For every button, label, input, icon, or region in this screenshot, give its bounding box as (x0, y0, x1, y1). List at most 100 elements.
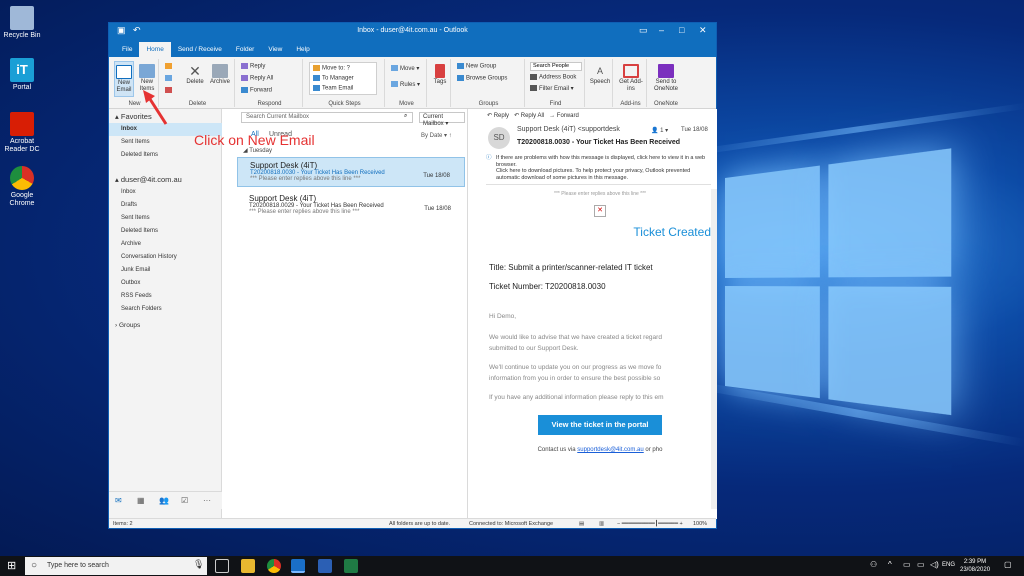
ribbon-group-move: Move ▾ Rules ▾ Move (387, 59, 427, 107)
folder-deleted[interactable]: Deleted Items (109, 225, 222, 238)
address-book-button[interactable]: Address Book (530, 74, 576, 81)
forward-button[interactable]: Forward (241, 87, 272, 94)
chrome-taskbar-icon[interactable] (267, 559, 281, 573)
network-icon[interactable]: ▭ (917, 560, 925, 569)
qs-label: To Manager (322, 75, 354, 82)
new-email-button[interactable]: New Email (114, 61, 134, 97)
move-button[interactable]: Move ▾ (391, 65, 419, 72)
reply-all-button[interactable]: Reply All (241, 75, 273, 82)
speech-icon: A (596, 66, 603, 76)
account-header[interactable]: ▴ duser@4it.com.au (115, 175, 182, 184)
file-explorer-icon[interactable] (241, 559, 255, 573)
search-input[interactable]: Search Current Mailbox (241, 112, 413, 123)
menu-file[interactable]: File (115, 46, 139, 57)
reply-button[interactable]: Reply (241, 63, 265, 70)
folder-outbox[interactable]: Outbox (109, 277, 222, 290)
folder-sent[interactable]: Sent Items (109, 212, 222, 225)
minimize-icon[interactable]: – (659, 25, 664, 35)
annotation-text: Click on New Email (194, 132, 315, 148)
send-onenote-button[interactable]: Send to OneNote (651, 61, 681, 93)
ribbon-display-icon[interactable]: ▭ (639, 25, 648, 36)
ribbon-group-groups: New Group Browse Groups Groups (453, 59, 525, 107)
folder-junk[interactable]: Junk Email (109, 264, 222, 277)
reading-reply-button[interactable]: ↶ Reply (487, 113, 509, 119)
list-item[interactable]: Support Desk (4iT) T20200818.0030 - Your… (237, 157, 465, 187)
reply-all-icon (241, 75, 248, 81)
qs-team-email[interactable]: Team Email (313, 85, 353, 92)
get-addins-button[interactable]: Get Add-ins (617, 61, 645, 93)
reading-scrollbar[interactable] (711, 189, 717, 509)
display-tray-icon[interactable]: ▭ (903, 560, 911, 569)
desktop-icon-acrobat[interactable]: Acrobat Reader DC (2, 112, 42, 154)
taskbar-search[interactable]: ○ Type here to search (25, 557, 207, 575)
browse-groups-button[interactable]: Browse Groups (457, 75, 507, 82)
fav-folder-deleted[interactable]: Deleted Items (109, 149, 222, 162)
start-icon[interactable]: ⊞ (7, 559, 16, 572)
folder-rss[interactable]: RSS Feeds (109, 290, 222, 303)
microphone-icon[interactable]: 🎙 (193, 559, 204, 570)
qs-to-manager[interactable]: To Manager (313, 75, 354, 82)
calendar-icon[interactable]: ▦ (137, 496, 145, 505)
menu-view[interactable]: View (261, 46, 289, 57)
volume-icon[interactable]: ◁) (930, 560, 939, 569)
desktop-icon-portal[interactable]: iT Portal (2, 58, 42, 92)
groups-header[interactable]: › Groups (115, 322, 140, 329)
tray-chevron-icon[interactable]: ^ (888, 560, 892, 569)
desktop-icon-chrome[interactable]: Google Chrome (2, 166, 42, 208)
word-taskbar-icon[interactable] (318, 559, 332, 573)
portal-icon: iT (10, 58, 34, 82)
tasks-icon[interactable]: ☑ (181, 496, 188, 505)
people-icon[interactable]: 👥 (159, 496, 169, 505)
reading-forward-button[interactable]: → Forward (549, 113, 579, 119)
menu-home[interactable]: Home (139, 42, 171, 57)
excel-taskbar-icon[interactable] (344, 559, 358, 573)
menu-folder[interactable]: Folder (229, 46, 261, 57)
normal-view-icon[interactable]: ▤ (579, 521, 584, 527)
menu-help[interactable]: Help (289, 46, 316, 57)
sort-dropdown[interactable]: By Date ▾ ↑ (421, 132, 452, 139)
info-bar[interactable]: ⓘ If there are problems with how this me… (486, 155, 711, 185)
search-scope-dropdown[interactable]: Current Mailbox ▾ (419, 112, 465, 127)
language-indicator[interactable]: ENG (942, 562, 955, 568)
zoom-slider[interactable]: − ━━━━━━━━━━┃━━━━━━ + (617, 521, 683, 527)
tags-button[interactable]: Tags (431, 61, 449, 86)
search-people-input[interactable]: Search People (530, 62, 582, 71)
date-section-header[interactable]: ◢ Tuesday (243, 147, 272, 154)
contact-email-link[interactable]: supportdesk@4it.com.au (577, 447, 643, 453)
delete-button[interactable]: ✕ Delete (183, 61, 207, 86)
speech-button[interactable]: A Speech (589, 61, 611, 86)
view-ticket-button[interactable]: View the ticket in the portal (538, 415, 662, 435)
desktop-icon-recycle-bin[interactable]: Recycle Bin (2, 6, 42, 40)
list-item[interactable]: Support Desk (4iT) T20200818.0029 - Your… (237, 191, 465, 221)
new-group-button[interactable]: New Group (457, 63, 496, 70)
cleanup-icon[interactable] (165, 75, 174, 82)
folder-conversation-history[interactable]: Conversation History (109, 251, 222, 264)
reading-view-icon[interactable]: ▥ (599, 521, 604, 527)
folder-archive[interactable]: Archive (109, 238, 222, 251)
clock[interactable]: 2:39 PM 23/08/2020 (960, 558, 990, 574)
rules-button[interactable]: Rules ▾ (391, 81, 420, 88)
filter-email-button[interactable]: Filter Email ▾ (530, 85, 574, 92)
reading-reply-all-button[interactable]: ↶ Reply All (514, 113, 544, 119)
address-book-label: Address Book (539, 74, 577, 81)
people-count[interactable]: 👤 1 ▾ (651, 127, 668, 134)
archive-button[interactable]: Archive (207, 61, 233, 86)
sender[interactable]: Support Desk (4iT) <supportdesk (517, 126, 620, 133)
ignore-icon[interactable] (165, 63, 174, 70)
menu-send-receive[interactable]: Send / Receive (171, 46, 229, 57)
outlook-taskbar-icon[interactable] (291, 559, 305, 573)
close-icon[interactable]: ✕ (699, 25, 707, 36)
maximize-icon[interactable]: □ (679, 25, 684, 35)
arrow-annotation (143, 90, 168, 125)
notifications-icon[interactable]: ▢ (1004, 560, 1012, 569)
qs-move-to[interactable]: Move to: ? (313, 65, 350, 72)
folder-inbox[interactable]: Inbox (109, 186, 222, 199)
group-label-find: Find (549, 101, 562, 107)
search-icon[interactable]: ⌕ (404, 113, 407, 120)
people-tray-icon[interactable]: ⚇ (870, 560, 877, 569)
more-icon[interactable]: ··· (203, 496, 211, 505)
mail-icon[interactable]: ✉ (115, 496, 122, 505)
folder-drafts[interactable]: Drafts (109, 199, 222, 212)
task-view-icon[interactable] (215, 559, 229, 573)
folder-search-folders[interactable]: Search Folders (109, 303, 222, 316)
